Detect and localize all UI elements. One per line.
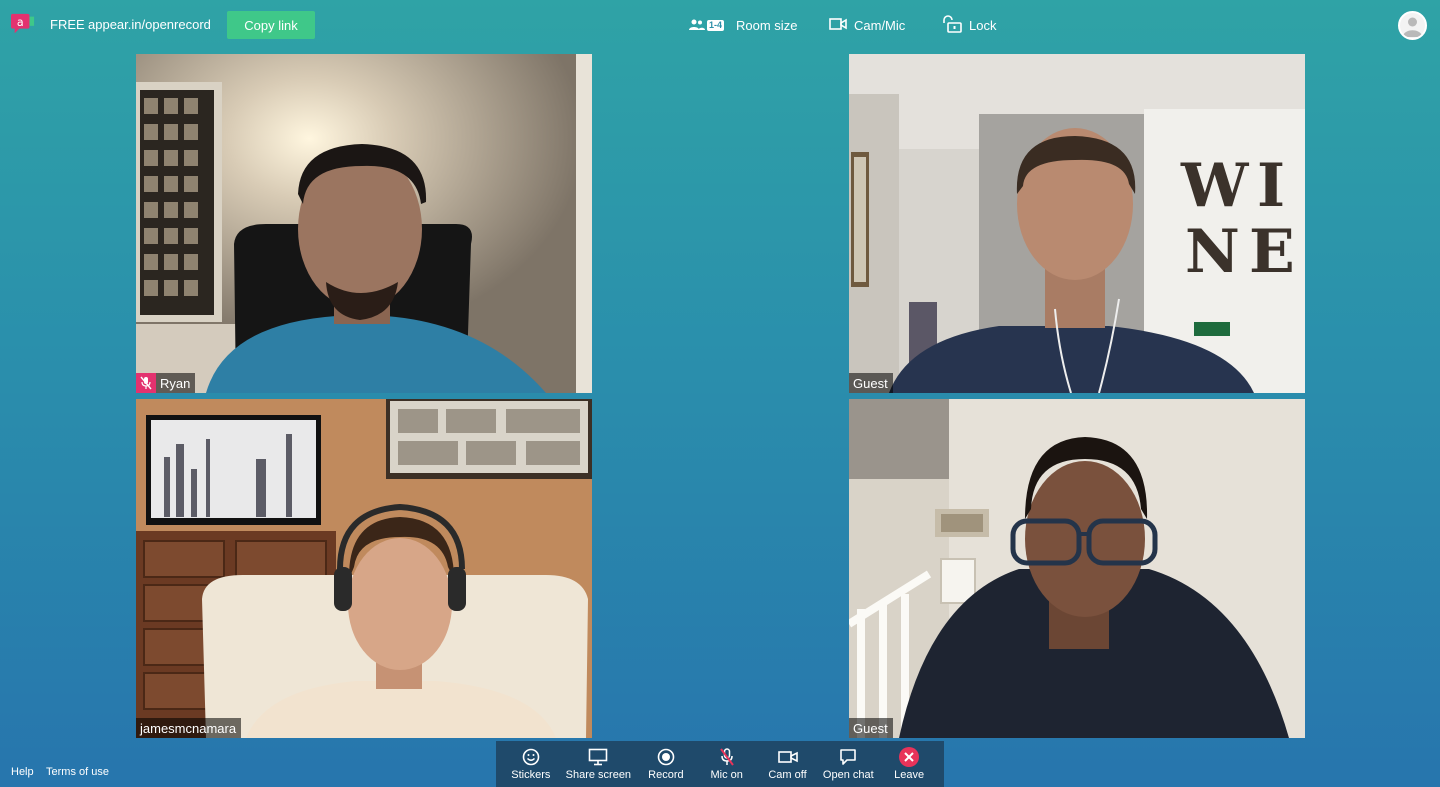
- lock-button[interactable]: Lock: [942, 14, 996, 36]
- room-size-label: Room size: [736, 17, 798, 33]
- smiley-icon: [522, 748, 540, 766]
- video-tile-ryan[interactable]: Ryan: [136, 54, 592, 393]
- cam-toggle-button[interactable]: Cam off: [762, 741, 814, 787]
- room-url: appear.in/openrecord: [88, 17, 211, 32]
- copy-link-button[interactable]: Copy link: [227, 11, 315, 39]
- svg-text:E: E: [1249, 217, 1295, 287]
- camera-icon: [829, 17, 847, 33]
- record-label: Record: [648, 768, 684, 781]
- plan-label: FREE: [50, 17, 85, 32]
- participant-name: Guest: [853, 375, 888, 391]
- leave-label: Leave: [894, 768, 925, 781]
- people-icon: 1-4: [689, 19, 725, 31]
- svg-text:N: N: [1185, 217, 1240, 287]
- open-chat-label: Open chat: [822, 768, 874, 781]
- participant-name-tag: Guest: [849, 373, 893, 393]
- cam-mic-label: Cam/Mic: [854, 17, 906, 33]
- participant-name-tag: Guest: [849, 718, 893, 738]
- video-tile-guest-2[interactable]: Guest: [849, 399, 1305, 738]
- record-icon: [657, 748, 675, 766]
- appear-in-logo[interactable]: a: [11, 13, 35, 35]
- video-feed: [849, 399, 1305, 738]
- svg-text:a: a: [17, 16, 24, 29]
- video-camera-icon: [777, 748, 798, 766]
- open-chat-button[interactable]: Open chat: [822, 741, 874, 787]
- leave-button[interactable]: Leave: [883, 741, 935, 787]
- help-link[interactable]: Help: [11, 766, 34, 778]
- participant-name-tag: jamesmcnamara: [136, 718, 242, 738]
- svg-text:I: I: [1257, 151, 1285, 221]
- mic-muted-icon: [136, 373, 156, 393]
- top-bar: a FREE appear.in/openrecord Copy link 1-…: [0, 0, 1440, 50]
- stickers-button[interactable]: Stickers: [505, 741, 557, 787]
- stickers-label: Stickers: [511, 768, 551, 781]
- lock-label: Lock: [969, 17, 997, 33]
- chat-bubble-icon: [839, 748, 857, 766]
- unlock-icon: [942, 14, 962, 36]
- close-icon: [899, 746, 920, 767]
- share-screen-button[interactable]: Share screen: [566, 741, 631, 787]
- room-size-badge: 1-4: [707, 19, 725, 31]
- cam-label: Cam off: [768, 768, 807, 781]
- video-tile-jamesmcnamara[interactable]: jamesmcnamara: [136, 399, 592, 738]
- record-button[interactable]: Record: [640, 741, 692, 787]
- terms-of-use-link[interactable]: Terms of use: [46, 766, 109, 778]
- video-feed: [136, 399, 592, 738]
- video-feed: [136, 54, 592, 393]
- participant-name: Guest: [853, 720, 888, 736]
- mic-toggle-button[interactable]: Mic on: [701, 741, 753, 787]
- room-size-button[interactable]: 1-4 Room size: [689, 14, 797, 36]
- user-avatar[interactable]: [1398, 11, 1427, 40]
- video-feed: WI NE: [849, 54, 1305, 393]
- cam-mic-button[interactable]: Cam/Mic: [829, 14, 905, 36]
- video-tile-guest-1[interactable]: WI NE Guest: [849, 54, 1305, 393]
- call-toolbar: Stickers Share screen Record Mic on Cam …: [496, 741, 944, 787]
- monitor-icon: [588, 748, 608, 766]
- participant-name: Ryan: [160, 375, 191, 391]
- microphone-off-icon: [719, 747, 735, 766]
- participant-name-tag: Ryan: [136, 373, 196, 393]
- svg-text:W: W: [1180, 151, 1250, 221]
- participant-name: jamesmcnamara: [140, 720, 237, 736]
- mic-label: Mic on: [710, 768, 743, 781]
- share-screen-label: Share screen: [565, 768, 632, 781]
